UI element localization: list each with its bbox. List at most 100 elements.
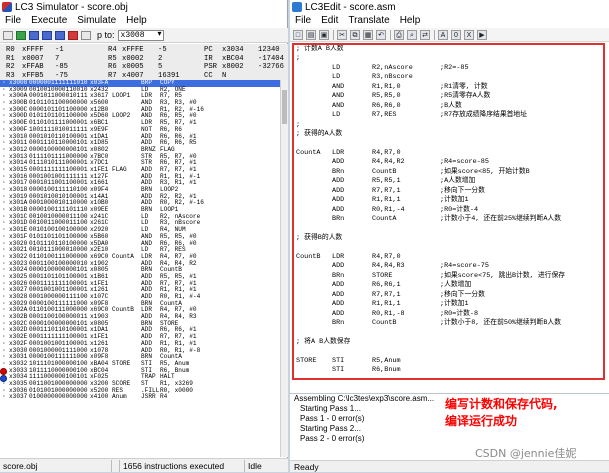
open-file-icon[interactable] xyxy=(3,30,13,40)
replace-icon[interactable]: ⇄ xyxy=(420,29,430,40)
code-line[interactable]: ; 将A B人数保存 xyxy=(294,338,603,347)
ed-menu-file[interactable]: File xyxy=(295,15,311,26)
stop-icon[interactable] xyxy=(68,30,78,40)
code-operands: R0,R1,-4 xyxy=(372,205,405,214)
code-operands: R7,R7,1 xyxy=(372,186,401,195)
code-line[interactable]: ADD R0,R1,-8 ;R0=计数-8 xyxy=(294,310,603,319)
print-icon[interactable]: ⎙ xyxy=(394,29,404,40)
code-editor[interactable]: ; 计数A B人数; LD R2,nAscore ;R2=-85 LD R3,nBscor… xyxy=(294,45,603,378)
code-line[interactable]: CountB LDR R4,R7,0 xyxy=(294,253,603,262)
code-line[interactable]: BRn CountA ;计数小于4, 还在前25%继续判断A人数 xyxy=(294,215,603,224)
code-line[interactable]: LD R2,nAscore ;R2=-85 xyxy=(294,64,603,73)
run-icon[interactable]: ▶ xyxy=(477,29,487,40)
find-icon[interactable]: ⌕ xyxy=(407,29,417,40)
code-line[interactable]: BRn STORE ;如果score<75, 跳出B计数, 进行保存 xyxy=(294,272,603,281)
code-opcode: ADD xyxy=(332,309,345,318)
register-cell: xFFB5 xyxy=(22,71,44,80)
scrollbar-thumb[interactable] xyxy=(282,90,287,124)
code-label: ; 计数A B人数 xyxy=(296,45,344,53)
memory-row[interactable]: ◦ x3037 0100000000000000 x4100 Anum JSRR R4 xyxy=(0,394,280,401)
hex-icon[interactable]: X xyxy=(464,29,474,40)
code-line[interactable]: LD R7,RES ;R7存放成绩降序结果首地址 xyxy=(294,111,603,120)
code-line[interactable]: ADD R0,R1,-4 ;R0=计数-4 xyxy=(294,206,603,215)
register-cell: x3034 xyxy=(222,46,244,54)
code-line[interactable]: STORE STI R5,Anum xyxy=(294,357,603,366)
code-opcode: ADD xyxy=(332,290,345,299)
code-opcode: AND xyxy=(332,92,345,101)
jump-to-address-combo[interactable]: x3008 xyxy=(117,29,164,41)
code-line[interactable] xyxy=(294,329,603,338)
copy-icon[interactable]: ⧉ xyxy=(350,29,360,40)
register-cell: PSR xyxy=(204,63,217,71)
register-cell: 12340 xyxy=(258,46,280,54)
code-line[interactable] xyxy=(294,348,603,357)
code-line[interactable]: ADD R4,R4,R2 ;R4=score-85 xyxy=(294,158,603,167)
code-operands: STORE xyxy=(372,271,393,280)
register-cell: -75 xyxy=(55,71,68,80)
lc3edit-app-icon xyxy=(292,2,302,12)
code-label: ; xyxy=(296,54,301,63)
paste-icon[interactable]: ▦ xyxy=(363,29,373,40)
code-operands: CountB xyxy=(372,319,397,328)
step-into-icon[interactable] xyxy=(42,30,52,40)
code-line[interactable]: ; 计数A B人数 xyxy=(294,45,603,54)
code-line[interactable]: ADD R7,R7,1 ;移向下一分数 xyxy=(294,187,603,196)
code-comment: ;R7存放成绩降序结果首地址 xyxy=(440,111,528,120)
code-highlight-frame: ; 计数A B人数; LD R2,nAscore ;R2=-85 LD R3,nBscor… xyxy=(292,43,605,380)
simulator-title: LC3 Simulator - score.obj xyxy=(15,1,128,13)
code-operands: R5,Anum xyxy=(372,356,401,365)
new-file-icon[interactable]: □ xyxy=(293,29,303,40)
undo-icon[interactable]: ↶ xyxy=(376,29,386,40)
sim-menu-execute[interactable]: Execute xyxy=(31,15,67,26)
save-icon[interactable]: ▣ xyxy=(319,29,329,40)
step-over-icon[interactable] xyxy=(29,30,39,40)
memory-scrollbar[interactable] xyxy=(280,80,288,457)
annotation-line-1: 编写计数和保存代码, xyxy=(445,397,558,411)
code-line[interactable] xyxy=(294,244,603,253)
sim-menu-file[interactable]: File xyxy=(5,15,21,26)
toolbar-separator xyxy=(390,29,391,40)
run-icon[interactable] xyxy=(16,30,26,40)
ed-menu-edit[interactable]: Edit xyxy=(321,15,338,26)
code-line[interactable]: STI R6,Bnum xyxy=(294,366,603,375)
sim-menu-help[interactable]: Help xyxy=(126,15,147,26)
code-comment: ;移向下一分数 xyxy=(440,290,485,299)
code-comment: ;R4=score-75 xyxy=(440,262,489,271)
code-opcode: ADD xyxy=(332,196,345,205)
code-line[interactable]: ADD R1,R1,1 ;计数加1 xyxy=(294,300,603,309)
code-line[interactable]: AND R1,R1,0 ;R1清零, 计数 xyxy=(294,83,603,92)
breakpoint-toggle-icon[interactable]: ◦ xyxy=(2,394,6,401)
code-line[interactable]: AND R5,R5,0 ;R5清零存A人数 xyxy=(294,92,603,101)
code-line[interactable]: CountA LDR R4,R7,0 xyxy=(294,149,603,158)
code-line[interactable]: AND R6,R6,0 ;B人数 xyxy=(294,102,603,111)
cut-icon[interactable]: ✂ xyxy=(337,29,347,40)
register-cell: R6 xyxy=(108,63,117,71)
program-counter-marker-icon xyxy=(0,374,7,382)
code-line[interactable]: ADD R5,R5,1 ;A人数增加 xyxy=(294,177,603,186)
register-cell: CC xyxy=(204,71,213,80)
ed-menu-help[interactable]: Help xyxy=(400,15,421,26)
code-line[interactable]: ; 获得B的人数 xyxy=(294,234,603,243)
breakpoint-icon[interactable] xyxy=(81,30,91,40)
open-folder-icon[interactable]: ▤ xyxy=(306,29,316,40)
code-line[interactable]: ADD R6,R6,1 ;人数增加 xyxy=(294,281,603,290)
code-line[interactable]: ; xyxy=(294,54,603,63)
binary-icon[interactable]: 0 xyxy=(451,29,461,40)
code-line[interactable]: ADD R7,R7,1 ;移向下一分数 xyxy=(294,291,603,300)
code-line[interactable]: BRn CountB ;如果score<85, 开始计数B xyxy=(294,168,603,177)
code-opcode: AND xyxy=(332,101,345,110)
memory-listing[interactable]: ◦ x3008 0000001111111010 x03FA BRP COPY ◦ x3009… xyxy=(0,80,280,457)
code-line[interactable] xyxy=(294,225,603,234)
assemble-icon[interactable]: A xyxy=(438,29,448,40)
ed-menu-translate[interactable]: Translate xyxy=(348,15,389,26)
code-line[interactable]: ADD R4,R4,R3 ;R4=score-75 xyxy=(294,262,603,271)
code-line[interactable]: LD R3,nBscore xyxy=(294,73,603,82)
code-line[interactable]: ; 获得的A人数 xyxy=(294,130,603,139)
code-line[interactable]: ; xyxy=(294,121,603,130)
sim-menu-simulate[interactable]: Simulate xyxy=(77,15,116,26)
step-out-icon[interactable] xyxy=(55,30,65,40)
code-line[interactable] xyxy=(294,140,603,149)
memory-cell: R4 xyxy=(160,393,168,401)
code-line[interactable]: BRn CountB ;计数小于8, 还在前50%继续判断B人数 xyxy=(294,319,603,328)
code-line[interactable]: ADD R1,R1,1 ;计数加1 xyxy=(294,196,603,205)
